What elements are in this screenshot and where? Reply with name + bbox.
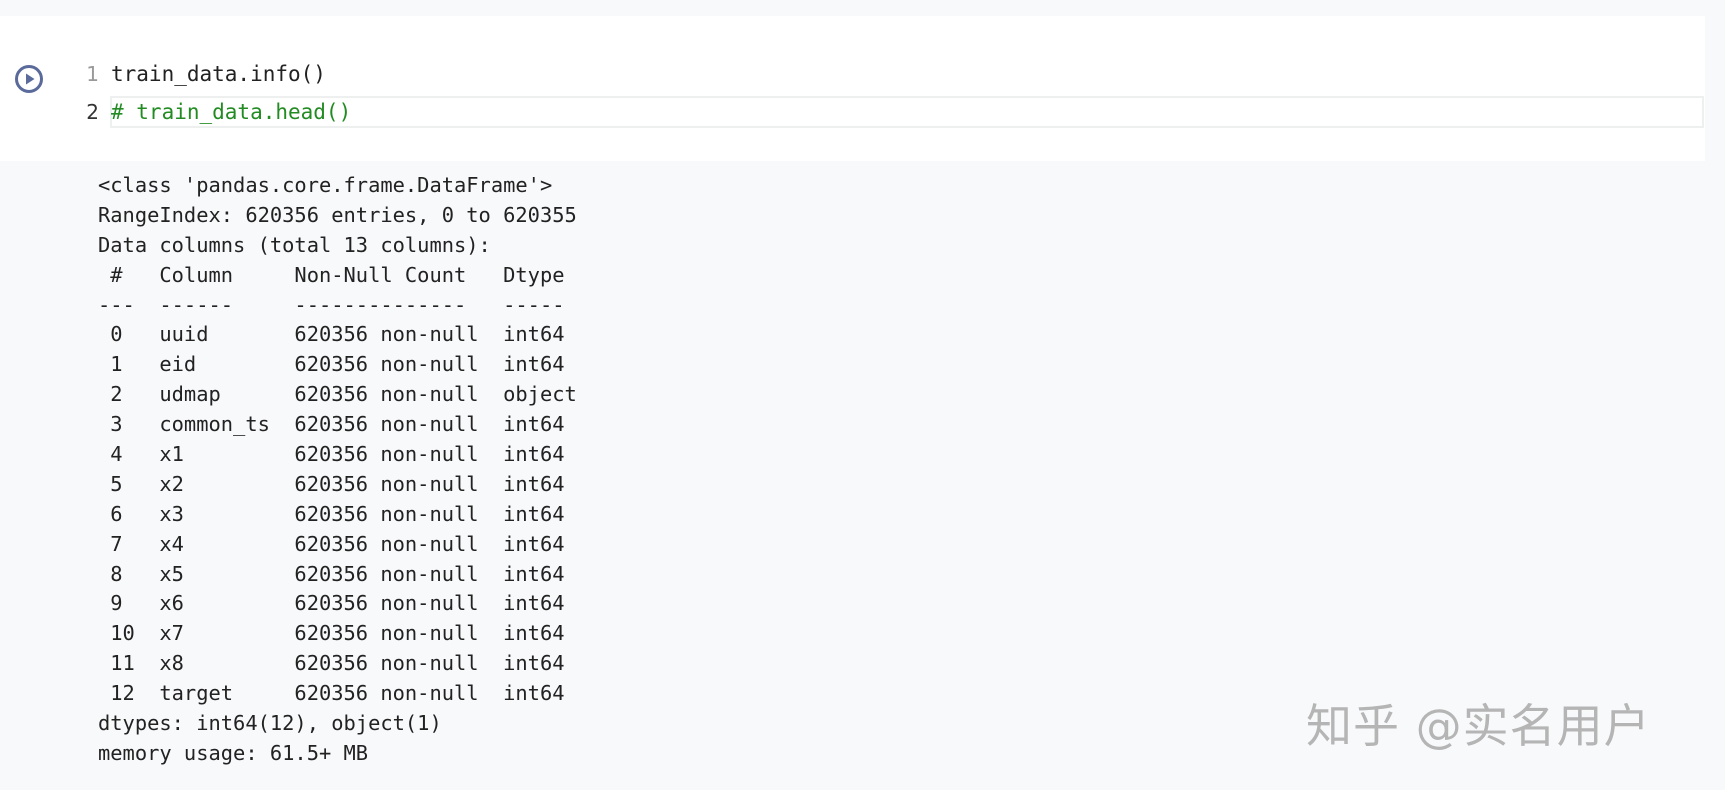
watermark: 知乎 @实名用户 xyxy=(1306,699,1651,753)
output-row: 5 x2 620356 non-null int64 xyxy=(98,471,577,496)
cell-output: <class 'pandas.core.frame.DataFrame'> Ran… xyxy=(98,171,577,769)
line-number: 2 xyxy=(86,100,99,124)
line-number: 1 xyxy=(86,62,99,86)
code-comment-text[interactable]: # train_data.head() xyxy=(111,97,351,127)
output-line: Data columns (total 13 columns): xyxy=(98,232,491,257)
output-row: 8 x5 620356 non-null int64 xyxy=(98,561,577,586)
output-row: 4 x1 620356 non-null int64 xyxy=(98,442,577,467)
output-row: 0 uuid 620356 non-null int64 xyxy=(98,322,577,347)
code-line-1[interactable]: 1 train_data.info() xyxy=(75,59,1705,89)
run-cell-button[interactable] xyxy=(14,64,44,94)
output-separator-line: --- ------ -------------- ----- xyxy=(98,292,577,317)
output-row: 10 x7 620356 non-null int64 xyxy=(98,621,577,646)
output-row: 6 x3 620356 non-null int64 xyxy=(98,501,577,526)
output-row: 9 x6 620356 non-null int64 xyxy=(98,591,577,616)
code-line-2[interactable]: 2 # train_data.head() xyxy=(75,97,1705,127)
output-memory-line: memory usage: 61.5+ MB xyxy=(98,740,369,765)
output-line: <class 'pandas.core.frame.DataFrame'> xyxy=(98,173,553,197)
output-row: 3 common_ts 620356 non-null int64 xyxy=(98,412,577,437)
output-row: 12 target 620356 non-null int64 xyxy=(98,681,577,706)
output-row: 11 x8 620356 non-null int64 xyxy=(98,651,577,676)
output-line: RangeIndex: 620356 entries, 0 to 620355 xyxy=(98,202,577,227)
code-text[interactable]: train_data.info() xyxy=(111,59,326,89)
output-row: 7 x4 620356 non-null int64 xyxy=(98,531,577,556)
output-row: 2 udmap 620356 non-null object xyxy=(98,382,577,407)
output-dtypes-line: dtypes: int64(12), object(1) xyxy=(98,711,442,736)
play-circle-icon[interactable] xyxy=(14,64,44,94)
output-row: 1 eid 620356 non-null int64 xyxy=(98,352,577,377)
code-cell[interactable]: 1 train_data.info() 2 # train_data.head(… xyxy=(0,16,1705,161)
output-header-line: # Column Non-Null Count Dtype xyxy=(98,262,577,287)
